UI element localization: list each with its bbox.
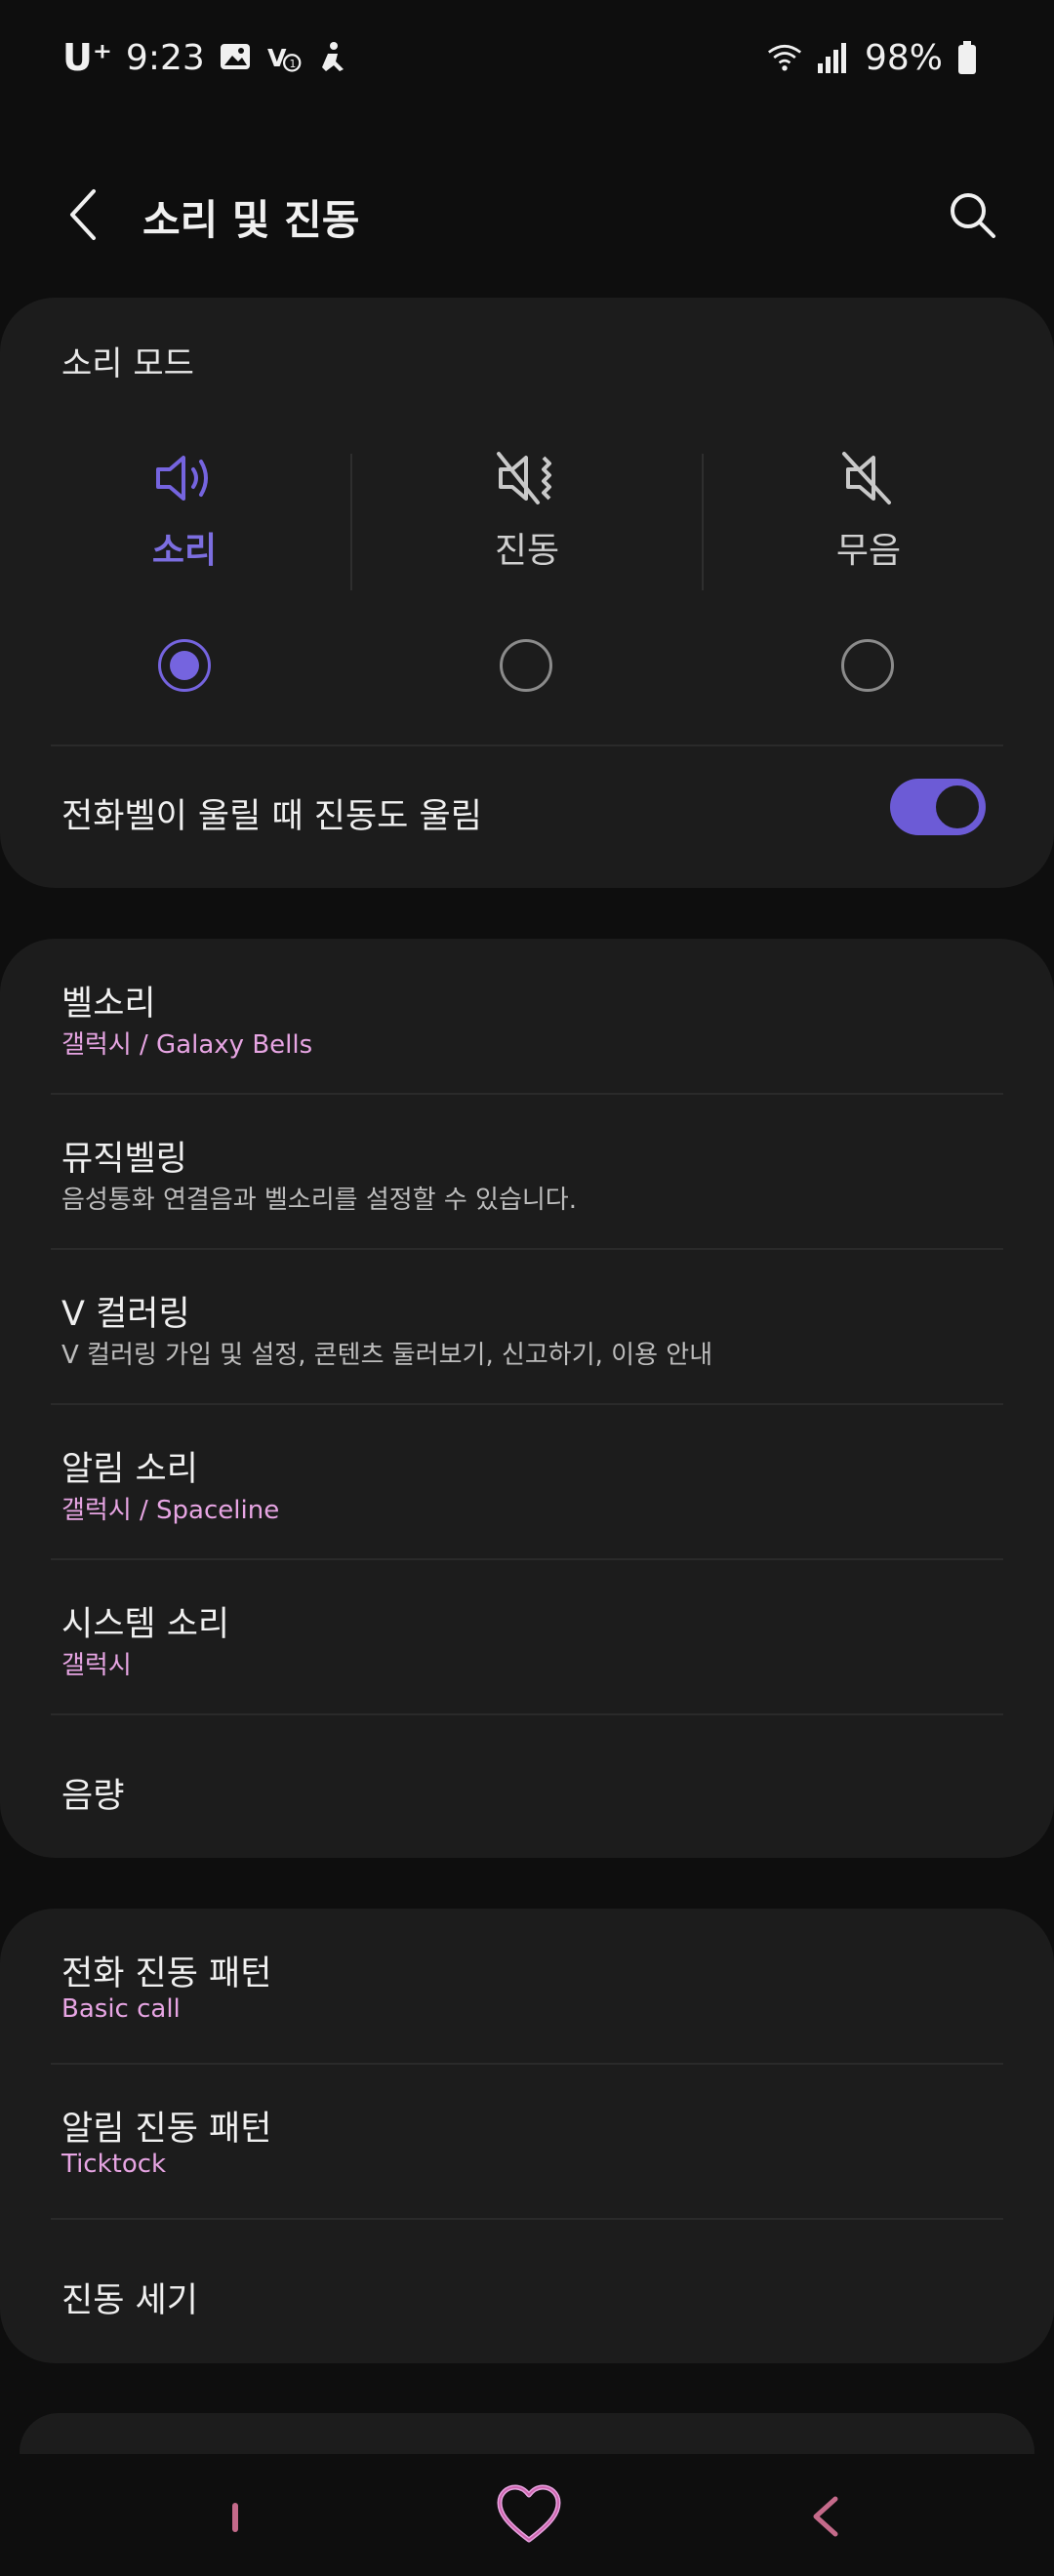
vibration-settings-card: 전화 진동 패턴 Basic call 알림 진동 패턴 Ticktock 진동… — [0, 1909, 1054, 2363]
radio-sound[interactable] — [158, 639, 211, 692]
volume-title: 음량 — [61, 1777, 125, 1816]
notification-sound-item[interactable]: 알림 소리 갤럭시 / Spaceline — [0, 1404, 1054, 1558]
status-right: 98% — [767, 38, 992, 78]
navigation-bar — [0, 2454, 1054, 2576]
vibrate-while-ringing-row[interactable]: 전화벨이 울릴 때 진동도 울림 — [0, 740, 1054, 886]
accessibility-icon — [316, 40, 351, 75]
system-sound-item[interactable]: 시스템 소리 갤럭시 — [0, 1559, 1054, 1713]
music-ringing-description: 음성통화 연결음과 벨소리를 설정할 수 있습니다. — [61, 1186, 577, 1215]
radio-mute[interactable] — [841, 639, 894, 692]
notification-sound-title: 알림 소리 — [61, 1450, 198, 1489]
battery-percent: 98% — [864, 37, 943, 78]
notification-vibration-pattern-value: Ticktock — [61, 2150, 167, 2179]
gallery-icon — [219, 40, 254, 75]
back-button[interactable] — [55, 185, 113, 244]
v-coloring-title: V 컬러링 — [61, 1295, 190, 1334]
music-ringing-item[interactable]: 뮤직벨링 음성통화 연결음과 벨소리를 설정할 수 있습니다. — [0, 1094, 1054, 1248]
wifi-icon — [767, 40, 802, 75]
clock: 9:23 — [125, 37, 205, 78]
radio-vibrate[interactable] — [500, 639, 552, 692]
mute-icon — [842, 452, 891, 504]
vibration-intensity-item[interactable]: 진동 세기 — [0, 2219, 1054, 2363]
svg-text:1: 1 — [289, 58, 296, 70]
ringtone-value: 갤럭시 / Galaxy Bells — [61, 1030, 313, 1060]
system-sound-title: 시스템 소리 — [61, 1605, 230, 1644]
carrier-label: U⁺ — [62, 36, 112, 79]
recent-apps-button[interactable] — [232, 2503, 238, 2532]
search-icon — [951, 193, 995, 238]
svg-text:V: V — [267, 44, 287, 72]
sound-mode-radios — [0, 639, 1054, 717]
chevron-left-icon — [70, 189, 96, 240]
notification-sound-value: 갤럭시 / Spaceline — [61, 1496, 280, 1525]
call-vibration-pattern-value: Basic call — [61, 1994, 181, 2024]
ringtone-title: 벨소리 — [61, 985, 156, 1024]
status-bar: U⁺ 9:23 V1 98% — [0, 0, 1054, 115]
app-bar: 소리 및 진동 — [0, 166, 1054, 263]
system-sound-value: 갤럭시 — [61, 1651, 132, 1680]
vibrate-while-ringing-label: 전화벨이 울릴 때 진동도 울림 — [61, 797, 482, 836]
call-vibration-pattern-item[interactable]: 전화 진동 패턴 Basic call — [0, 1909, 1054, 2063]
home-heart-icon[interactable] — [496, 2483, 562, 2546]
volume-item[interactable]: 음량 — [0, 1714, 1054, 1858]
vibrate-while-ringing-switch[interactable] — [890, 779, 986, 835]
page-title: 소리 및 진동 — [142, 196, 360, 244]
sound-mode-card: 소리 모드 소리 진동 무음 전화벨이 울릴 때 진동도 울림 — [0, 298, 1054, 888]
mode-mute-label: 무음 — [835, 531, 902, 571]
vibration-intensity-title: 진동 세기 — [61, 2281, 198, 2320]
speaker-icon — [156, 456, 208, 501]
signal-icon — [816, 40, 851, 75]
nav-back-icon[interactable] — [806, 2495, 845, 2538]
status-left: U⁺ 9:23 V1 — [62, 36, 351, 79]
mode-divider — [350, 454, 352, 590]
battery-icon — [956, 40, 992, 75]
mode-vibrate-label: 진동 — [494, 531, 560, 571]
call-vibration-pattern-title: 전화 진동 패턴 — [61, 1954, 272, 1993]
music-ringing-title: 뮤직벨링 — [61, 1140, 187, 1179]
sound-mode-title: 소리 모드 — [61, 344, 194, 383]
mode-sound-label: 소리 — [151, 531, 218, 571]
volte-icon: V1 — [267, 40, 303, 75]
notification-vibration-pattern-item[interactable]: 알림 진동 패턴 Ticktock — [0, 2064, 1054, 2218]
ringtone-item[interactable]: 벨소리 갤럭시 / Galaxy Bells — [0, 939, 1054, 1093]
vibrate-icon — [497, 452, 551, 504]
v-coloring-item[interactable]: V 컬러링 V 컬러링 가입 및 설정, 콘텐츠 둘러보기, 신고하기, 이용 … — [0, 1249, 1054, 1403]
v-coloring-description: V 컬러링 가입 및 설정, 콘텐츠 둘러보기, 신고하기, 이용 안내 — [61, 1341, 713, 1370]
sound-settings-card: 벨소리 갤럭시 / Galaxy Bells 뮤직벨링 음성통화 연결음과 벨소… — [0, 939, 1054, 1858]
search-button[interactable] — [941, 183, 1003, 246]
notification-vibration-pattern-title: 알림 진동 패턴 — [61, 2110, 272, 2149]
